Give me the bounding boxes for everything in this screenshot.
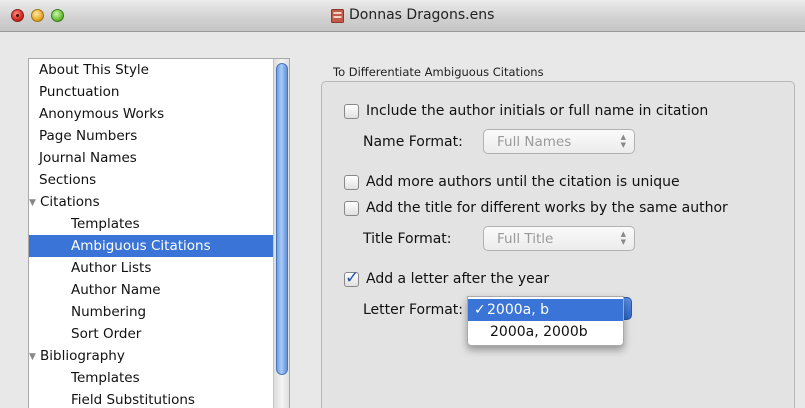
name-format-value: Full Names bbox=[497, 134, 572, 150]
sidebar-item-citations[interactable]: ▼ Citations bbox=[29, 191, 100, 213]
sidebar-item-bibliography[interactable]: ▼ Bibliography bbox=[29, 345, 125, 367]
add-title-label[interactable]: Add the title for different works by the… bbox=[366, 200, 728, 216]
sidebar-item-citations-templates[interactable]: Templates bbox=[71, 213, 140, 235]
minimize-window-button[interactable] bbox=[31, 9, 44, 22]
sidebar-item-author-name[interactable]: Author Name bbox=[71, 279, 161, 301]
letter-format-label: Letter Format: bbox=[363, 302, 464, 318]
add-authors-label[interactable]: Add more authors until the citation is u… bbox=[366, 174, 680, 190]
sidebar-item-label: Templates bbox=[71, 216, 140, 232]
sidebar-item-label: About This Style bbox=[39, 62, 149, 78]
sidebar-item-label: Field Substitutions bbox=[71, 392, 195, 408]
sidebar-item-label: Punctuation bbox=[39, 84, 120, 100]
sidebar-scroll-thumb[interactable] bbox=[276, 63, 288, 375]
popup-arrows-icon: ▲ ▼ bbox=[620, 230, 626, 246]
group-title: To Differentiate Ambiguous Citations bbox=[333, 65, 544, 79]
name-format-label: Name Format: bbox=[363, 134, 463, 150]
title-bar: Donnas Dragons.ens bbox=[0, 0, 805, 32]
checkmark-icon: ✓ bbox=[474, 302, 486, 318]
sidebar-item-label: Templates bbox=[71, 370, 140, 386]
sidebar-item-label: Page Numbers bbox=[39, 128, 138, 144]
sidebar-item-sort-order[interactable]: Sort Order bbox=[71, 323, 141, 345]
add-title-checkbox[interactable] bbox=[344, 201, 359, 216]
sidebar-item-about-this-style[interactable]: About This Style bbox=[39, 59, 149, 81]
sidebar-item-journal-names[interactable]: Journal Names bbox=[39, 147, 137, 169]
sidebar-item-label: Sections bbox=[39, 172, 97, 188]
disclosure-triangle-icon[interactable]: ▼ bbox=[29, 192, 39, 214]
sidebar-item-label: Author Name bbox=[71, 282, 161, 298]
sidebar-item-label: Ambiguous Citations bbox=[71, 238, 211, 254]
title-format-label: Title Format: bbox=[363, 231, 452, 247]
include-initials-label[interactable]: Include the author initials or full name… bbox=[366, 103, 708, 119]
style-sections-list[interactable]: About This Style Punctuation Anonymous W… bbox=[28, 58, 290, 408]
zoom-window-button[interactable] bbox=[51, 9, 64, 22]
menu-item-2000a-2000b[interactable]: 2000a, 2000b bbox=[468, 321, 623, 343]
sidebar-item-ambiguous-citations[interactable]: Ambiguous Citations bbox=[29, 235, 273, 257]
menu-item-2000a-b[interactable]: ✓ 2000a, b bbox=[468, 299, 623, 321]
sidebar-item-label: Anonymous Works bbox=[39, 106, 165, 122]
title-format-value: Full Title bbox=[497, 231, 554, 247]
add-authors-checkbox[interactable] bbox=[344, 175, 359, 190]
name-format-popup[interactable]: Full Names ▲ ▼ bbox=[483, 129, 635, 154]
sidebar-item-label: Author Lists bbox=[71, 260, 152, 276]
sidebar-item-field-substitutions[interactable]: Field Substitutions bbox=[71, 389, 195, 408]
menu-item-label: 2000a, 2000b bbox=[490, 324, 588, 340]
sidebar-item-label: Journal Names bbox=[39, 150, 137, 166]
sidebar-item-bibliography-templates[interactable]: Templates bbox=[71, 367, 140, 389]
title-format-popup[interactable]: Full Title ▲ ▼ bbox=[483, 226, 635, 251]
window-title: Donnas Dragons.ens bbox=[349, 7, 495, 23]
sidebar-item-author-lists[interactable]: Author Lists bbox=[71, 257, 151, 279]
sidebar-item-anonymous-works[interactable]: Anonymous Works bbox=[39, 103, 164, 125]
letter-format-menu[interactable]: ✓ 2000a, b 2000a, 2000b bbox=[467, 296, 624, 346]
document-icon bbox=[331, 9, 344, 23]
sidebar-item-label: Citations bbox=[40, 194, 100, 210]
sidebar-item-label: Bibliography bbox=[40, 348, 125, 364]
sidebar-item-punctuation[interactable]: Punctuation bbox=[39, 81, 119, 103]
popup-arrows-icon: ▲ ▼ bbox=[620, 133, 626, 149]
disclosure-triangle-icon[interactable]: ▼ bbox=[29, 346, 39, 368]
add-letter-checkbox[interactable] bbox=[344, 268, 359, 288]
sidebar-item-label: Numbering bbox=[71, 304, 147, 320]
add-letter-label[interactable]: Add a letter after the year bbox=[366, 271, 549, 287]
include-initials-checkbox[interactable] bbox=[344, 104, 359, 119]
sidebar-item-sections[interactable]: Sections bbox=[39, 169, 96, 191]
close-window-button[interactable] bbox=[11, 9, 24, 22]
sidebar-scrollbar[interactable] bbox=[273, 59, 289, 408]
sidebar-item-page-numbers[interactable]: Page Numbers bbox=[39, 125, 137, 147]
menu-item-label: 2000a, b bbox=[487, 302, 549, 318]
sidebar-item-numbering[interactable]: Numbering bbox=[71, 301, 146, 323]
sidebar-item-label: Sort Order bbox=[71, 326, 142, 342]
